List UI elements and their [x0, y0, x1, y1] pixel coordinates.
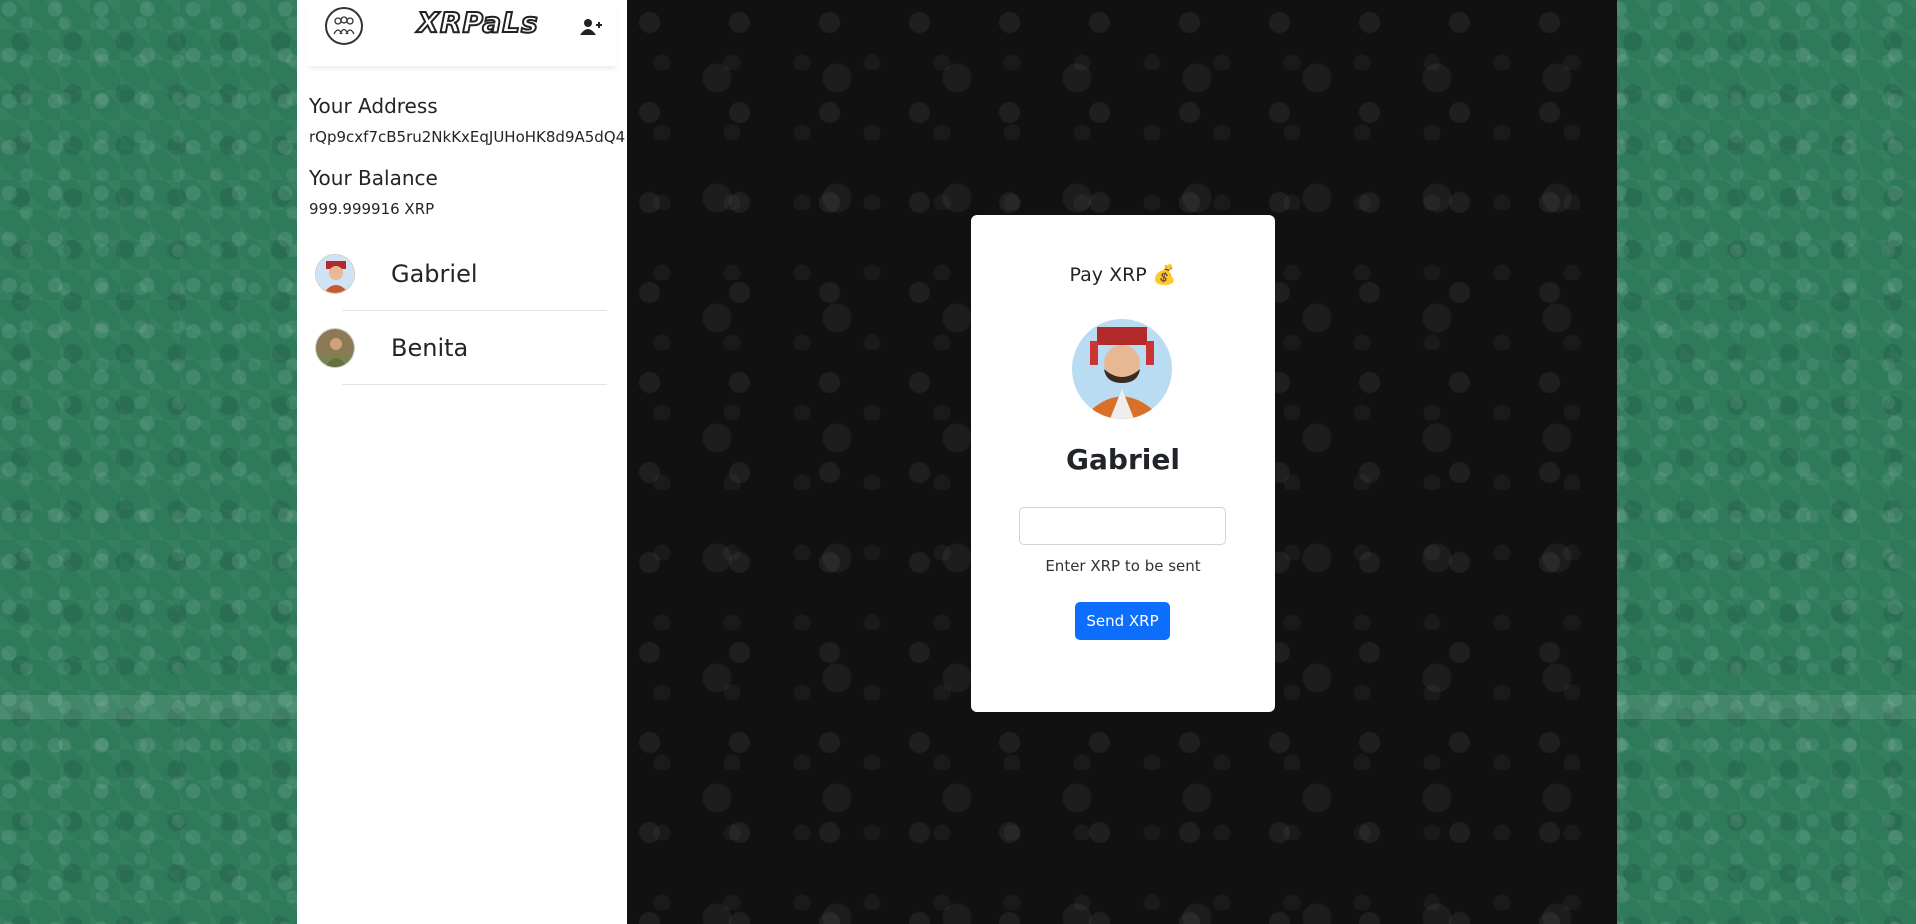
balance-label: Your Balance — [309, 166, 438, 190]
top-bar: XRPaLs — [307, 0, 617, 66]
avatar — [315, 328, 355, 368]
recipient-avatar — [1072, 319, 1172, 419]
group-people-icon — [333, 16, 355, 35]
xrp-amount-input[interactable] — [1019, 507, 1226, 545]
sidebar: XRPaLs Your Address rQp9cxf7cB5ru2NkKxEq… — [297, 0, 627, 924]
contact-item-benita[interactable]: Benita — [307, 311, 617, 385]
group-logo-icon[interactable] — [325, 7, 363, 45]
contact-name: Benita — [391, 334, 469, 362]
divider — [342, 384, 607, 385]
pay-title: Pay XRP 💰 — [1069, 264, 1177, 286]
avatar — [315, 254, 355, 294]
address-label: Your Address — [309, 94, 438, 118]
contact-name: Gabriel — [391, 260, 478, 288]
contact-item-gabriel[interactable]: Gabriel — [307, 237, 617, 311]
add-contact-button[interactable] — [579, 16, 603, 38]
account-address: rQp9cxf7cB5ru2NkKxEqJUHoHK8d9A5dQ4 — [309, 128, 626, 146]
brand-logo: XRPaLs — [416, 5, 539, 40]
add-user-icon — [580, 19, 602, 35]
amount-help-text: Enter XRP to be sent — [1045, 557, 1201, 575]
recipient-name: Gabriel — [1066, 443, 1180, 476]
pay-card: Pay XRP 💰 Gabriel Enter XRP to be sent S… — [971, 215, 1275, 712]
send-xrp-button[interactable]: Send XRP — [1075, 602, 1170, 640]
account-balance: 999.999916 XRP — [309, 200, 435, 218]
